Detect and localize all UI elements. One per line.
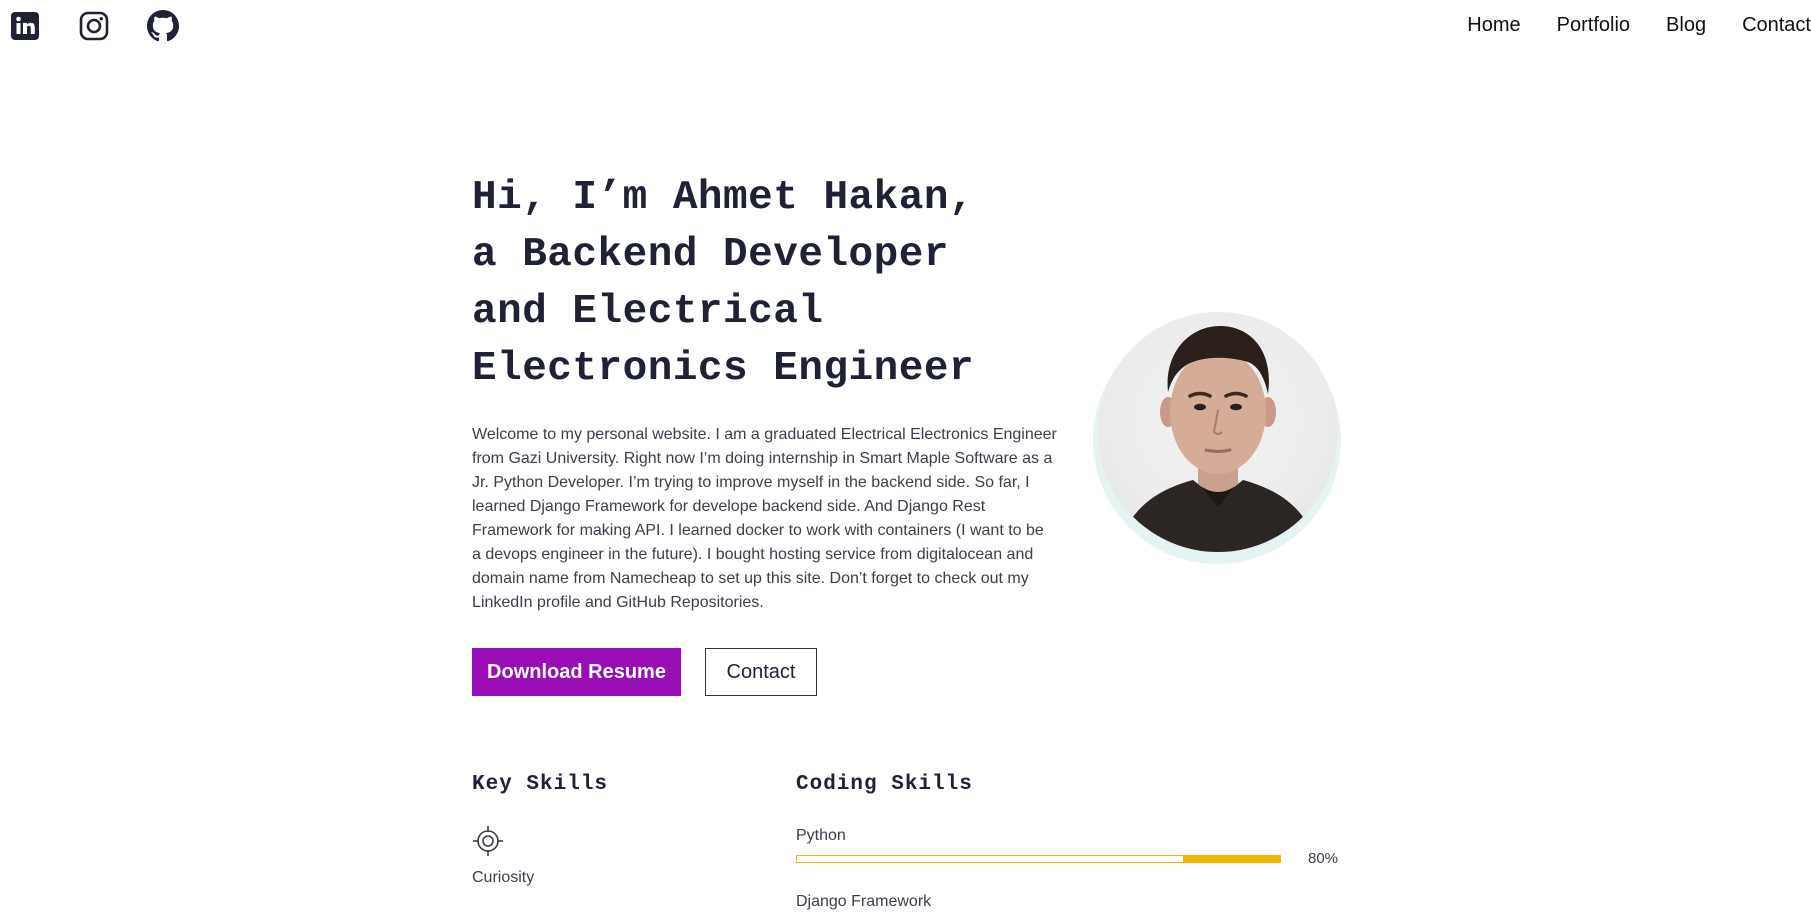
skill-percent: 80% [1308, 850, 1339, 867]
coding-skills-title: Coding Skills [796, 773, 973, 796]
profile-photo [1093, 312, 1341, 568]
skill-progress-fill [1183, 856, 1280, 862]
key-skill-label: Curiosity [472, 869, 535, 886]
hero-title-line: Hi, I’m Ahmet Hakan, [472, 175, 975, 221]
nav-contact[interactable]: Contact [1742, 14, 1811, 37]
linkedin-icon [11, 12, 39, 40]
main-nav: Home Portfolio Blog Contact [1431, 14, 1811, 37]
instagram-link[interactable] [78, 10, 110, 42]
hero-title-line: a Backend Developer [472, 232, 949, 278]
hero-title-line: and Electrical [472, 289, 824, 335]
github-link[interactable] [147, 10, 179, 42]
github-icon [147, 10, 179, 42]
skill-name-python: Python [796, 827, 846, 844]
contact-button[interactable]: Contact [705, 648, 817, 696]
avatar [1098, 312, 1338, 552]
nav-home[interactable]: Home [1467, 14, 1520, 37]
key-skills-title: Key Skills [472, 773, 609, 796]
target-icon [473, 826, 503, 856]
site-header: Home Portfolio Blog Contact [0, 0, 1811, 50]
portrait-image [1118, 326, 1318, 552]
nav-portfolio[interactable]: Portfolio [1557, 14, 1630, 37]
hero-description: Welcome to my personal website. I am a g… [472, 426, 1057, 611]
hero-title-line: Electronics Engineer [472, 346, 975, 392]
nav-blog[interactable]: Blog [1666, 14, 1706, 37]
social-links [9, 10, 179, 42]
hero-title: Hi, I’m Ahmet Hakan, a Backend Developer… [472, 170, 1092, 398]
download-resume-button[interactable]: Download Resume [472, 648, 681, 696]
instagram-icon [79, 11, 109, 41]
skill-name-django: Django Framework [796, 893, 932, 910]
skill-progress-bar [796, 855, 1281, 863]
linkedin-link[interactable] [9, 10, 41, 42]
